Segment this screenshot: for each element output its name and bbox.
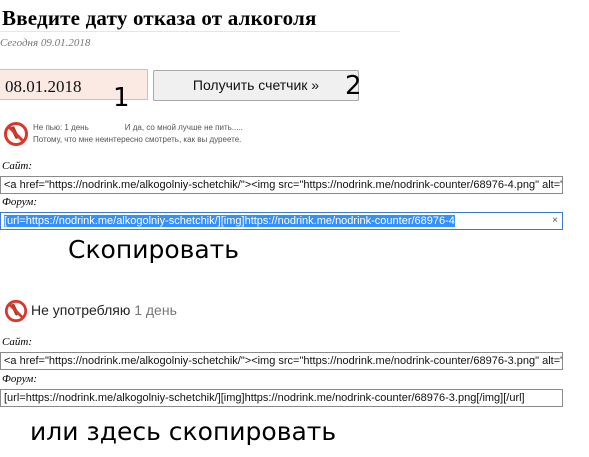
title-divider [0, 31, 400, 32]
page-title: Введите дату отказа от алкоголя [2, 6, 317, 30]
selected-forum-code[interactable]: [url=https://nodrink.me/alkogolniy-schet… [4, 215, 455, 227]
step-1-annotation: 1 [113, 83, 130, 113]
forum-code-field-2[interactable]: [url=https://nodrink.me/alkogolniy-schet… [0, 389, 563, 407]
abstain-counter-text: Не употребляю 1 день [31, 302, 177, 318]
site-code-field[interactable]: <a href="https://nodrink.me/alkogolniy-s… [0, 176, 563, 194]
abstain-label: Не употребляю [31, 302, 131, 318]
site-label: Сайт: [2, 160, 33, 172]
step-2-annotation: 2 [345, 71, 362, 101]
abstain-days: 1 день [134, 302, 177, 318]
today-date: Сегодня 09.01.2018 [0, 37, 91, 49]
forum-label: Форум: [2, 196, 37, 208]
forum-code-field-selected[interactable]: [url=https://nodrink.me/alkogolniy-schet… [0, 212, 563, 230]
no-drink-icon [4, 122, 28, 146]
clear-icon[interactable]: × [552, 213, 558, 229]
counter-note-line1: Не пью: 1 день И да, со мной лучше не пит… [33, 123, 243, 132]
no-drink-icon-large [4, 299, 28, 323]
copy-annotation: Скопировать [68, 235, 239, 264]
site-label-2: Сайт: [2, 336, 33, 348]
counter-days-text: Не пью: 1 день [33, 123, 89, 132]
forum-label-2: Форум: [2, 373, 37, 385]
counter-motto-text: И да, со мной лучше не пить..... [124, 123, 243, 132]
or-copy-annotation: или здесь скопировать [30, 417, 337, 446]
counter-note-line2: Потому, что мне неинтересно смотреть, ка… [33, 135, 242, 144]
get-counter-button[interactable]: Получить счетчик » [153, 70, 359, 101]
site-code-field-2[interactable]: <a href="https://nodrink.me/alkogolniy-s… [0, 352, 563, 370]
